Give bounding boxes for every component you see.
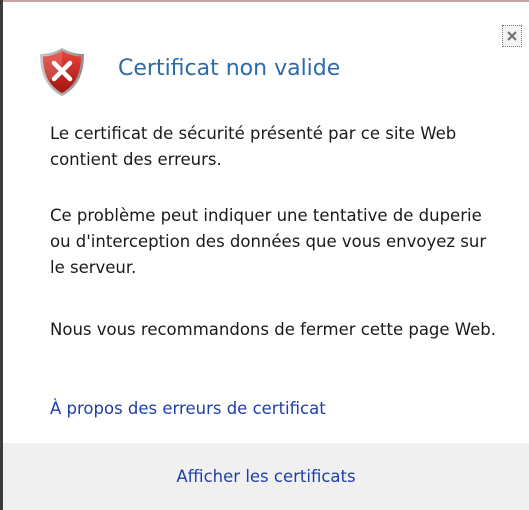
view-certificates-button[interactable]: Afficher les certificats [3, 443, 529, 510]
risk-description: Ce problème peut indiquer une tentative … [50, 206, 487, 277]
left-border [0, 0, 3, 510]
recommendation-text: Nous vous recommandons de fermer cette p… [50, 320, 497, 339]
close-button[interactable] [502, 25, 522, 47]
close-icon [507, 31, 517, 41]
certificate-errors-help-link[interactable]: À propos des erreurs de certificat [50, 396, 326, 422]
error-description: Le certificat de sécurité présenté par c… [50, 124, 457, 169]
top-border [0, 0, 529, 2]
dialog-footer: Afficher les certificats [3, 443, 529, 510]
shield-error-icon [40, 48, 84, 96]
dialog-title: Certificat non valide [118, 56, 341, 81]
certificate-error-dialog: Certificat non valide Le certificat de s… [0, 0, 529, 510]
